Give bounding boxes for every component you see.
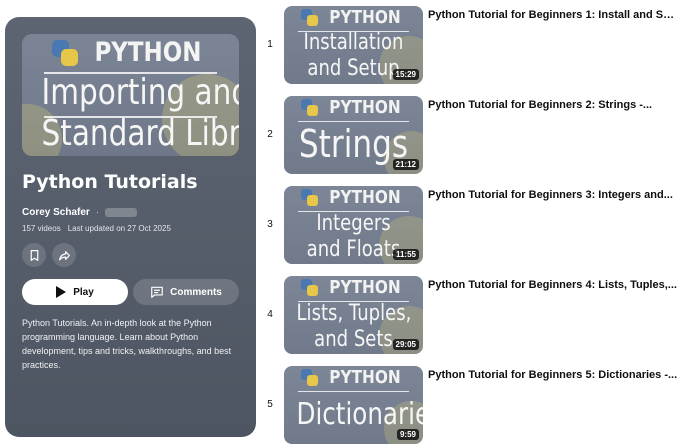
duration-badge: 29:05: [392, 339, 419, 350]
video-index: 5: [267, 399, 273, 410]
comment-icon: [151, 286, 163, 298]
video-list-item[interactable]: 5 PYTHON Dictionaries 9:59 Python Tutori…: [262, 366, 680, 446]
video-index: 4: [267, 309, 273, 320]
video-list-item[interactable]: 4 PYTHON Lists, Tuples, and Sets 29:05 P…: [262, 276, 680, 356]
save-playlist-button[interactable]: [22, 243, 46, 267]
video-list-item[interactable]: 3 PYTHON Integers and Floats 11:55 Pytho…: [262, 186, 680, 266]
bookmark-icon: [30, 249, 38, 261]
duration-badge: 11:55: [392, 249, 419, 260]
playlist-panel: PYTHON Importing and Standard Library Py…: [5, 17, 256, 437]
meta-separator: ·: [95, 207, 100, 218]
duration-badge: 15:29: [392, 69, 419, 80]
python-logo-icon: [300, 278, 319, 297]
hero-line-2: Standard Library: [41, 113, 239, 154]
video-thumbnail[interactable]: PYTHON Lists, Tuples, and Sets 29:05: [284, 276, 423, 354]
video-title[interactable]: Python Tutorial for Beginners 1: Install…: [428, 9, 678, 21]
video-title[interactable]: Python Tutorial for Beginners 2: Strings…: [428, 99, 678, 111]
video-index: 1: [267, 39, 273, 50]
hero-logo-text: PYTHON: [93, 37, 202, 68]
video-index: 2: [267, 129, 273, 140]
comments-button[interactable]: Comments: [133, 279, 239, 305]
share-icon: [58, 250, 70, 260]
playlist-description: Python Tutorials. An in-depth look at th…: [22, 318, 232, 370]
play-icon: [56, 286, 67, 298]
video-index: 3: [267, 219, 273, 230]
video-thumbnail[interactable]: PYTHON Strings 21:12: [284, 96, 423, 174]
video-thumbnail[interactable]: PYTHON Installation and Setup 15:29: [284, 6, 423, 84]
video-count: 157 videos: [22, 224, 61, 233]
video-title[interactable]: Python Tutorial for Beginners 4: Lists, …: [428, 279, 678, 291]
video-thumbnail[interactable]: PYTHON Dictionaries 9:59: [284, 366, 423, 444]
playlist-title: Python Tutorials: [22, 171, 198, 193]
duration-badge: 21:12: [392, 159, 419, 170]
python-logo-icon: [51, 39, 79, 67]
video-list-item[interactable]: 2 PYTHON Strings 21:12 Python Tutorial f…: [262, 96, 680, 176]
hero-line-1: Importing and: [41, 72, 239, 113]
channel-name[interactable]: Corey Schafer: [22, 207, 90, 218]
video-list-item[interactable]: 1 PYTHON Installation and Setup 15:29 Py…: [262, 6, 680, 86]
playlist-hero-thumbnail[interactable]: PYTHON Importing and Standard Library: [22, 34, 239, 156]
share-playlist-button[interactable]: [52, 243, 76, 267]
python-logo-icon: [300, 98, 319, 117]
duration-badge: 9:59: [396, 429, 419, 440]
video-title[interactable]: Python Tutorial for Beginners 5: Diction…: [428, 369, 678, 381]
last-updated: Last updated on 27 Oct 2025: [67, 224, 171, 233]
video-title[interactable]: Python Tutorial for Beginners 3: Integer…: [428, 189, 678, 201]
python-logo-icon: [300, 188, 319, 207]
python-logo-icon: [300, 8, 319, 27]
video-thumbnail[interactable]: PYTHON Integers and Floats 11:55: [284, 186, 423, 264]
blurred-text: [105, 208, 138, 217]
python-logo-icon: [300, 368, 319, 387]
play-all-button[interactable]: Play: [22, 279, 128, 305]
